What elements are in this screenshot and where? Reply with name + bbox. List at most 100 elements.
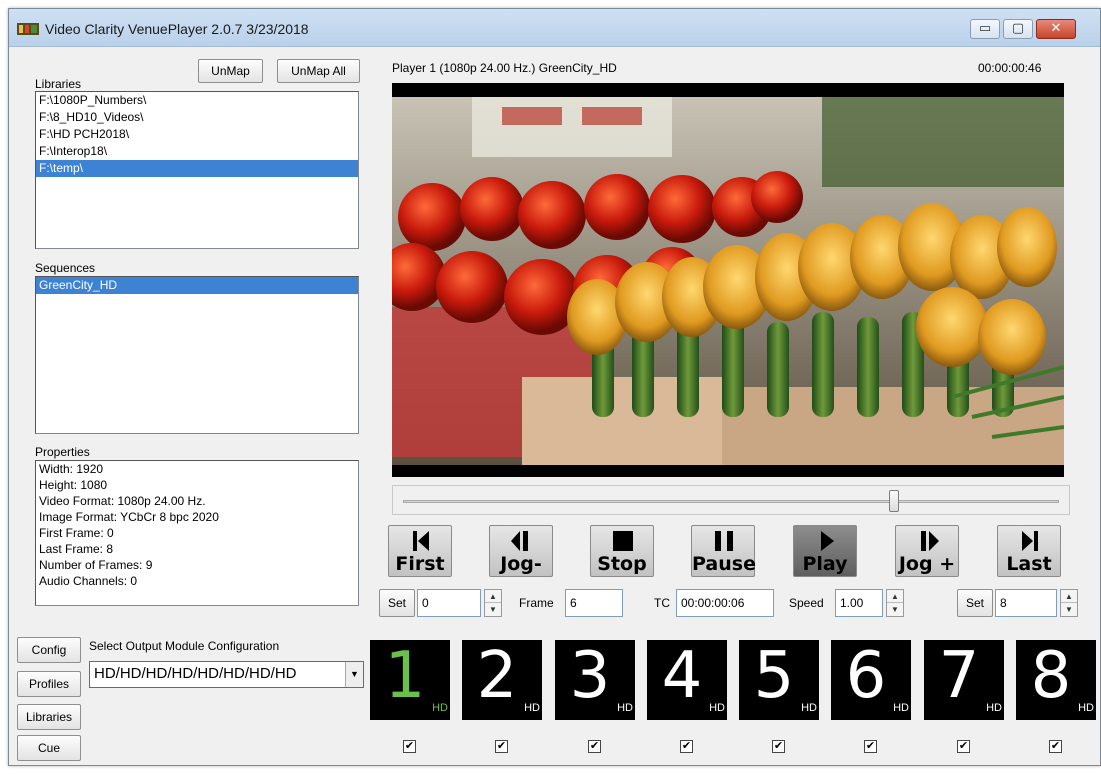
- module-tag: HD: [524, 702, 540, 714]
- sequence-item[interactable]: GreenCity_HD: [36, 277, 358, 294]
- speed-spinner[interactable]: ▲ ▼: [886, 589, 904, 617]
- library-item[interactable]: F:\HD PCH2018\: [36, 126, 358, 143]
- spin-down-icon[interactable]: ▼: [485, 603, 501, 616]
- set-first-button[interactable]: Set: [379, 589, 415, 617]
- module-number: 2: [476, 639, 518, 713]
- title-bar[interactable]: Video Clarity VenuePlayer 2.0.7 3/23/201…: [9, 9, 1100, 47]
- timecode-input[interactable]: 00:00:00:06: [676, 589, 774, 617]
- first-frame-spinner[interactable]: ▲ ▼: [484, 589, 502, 617]
- slider-track: [403, 500, 1059, 503]
- module-5-checkbox[interactable]: ✔: [772, 740, 785, 753]
- unmap-button[interactable]: UnMap: [198, 59, 263, 83]
- first-button[interactable]: First: [388, 525, 452, 577]
- output-module-1[interactable]: 1 HD: [370, 639, 450, 720]
- module-number: 8: [1030, 639, 1072, 713]
- module-3-checkbox[interactable]: ✔: [588, 740, 601, 753]
- module-tag: HD: [1078, 702, 1094, 714]
- output-module-2[interactable]: 2 HD: [462, 639, 542, 720]
- output-module-5[interactable]: 5 HD: [739, 639, 819, 720]
- libraries-button[interactable]: Libraries: [17, 704, 81, 730]
- jog-minus-label: Jog-: [500, 553, 542, 575]
- module-4-checkbox[interactable]: ✔: [680, 740, 693, 753]
- spin-down-icon[interactable]: ▼: [1061, 603, 1077, 616]
- module-number: 7: [938, 639, 980, 713]
- sequences-list[interactable]: GreenCity_HD: [35, 276, 359, 434]
- output-module-4[interactable]: 4 HD: [647, 639, 727, 720]
- module-number: 4: [661, 639, 703, 713]
- player-timecode: 00:00:00:46: [978, 61, 1042, 75]
- property-item: Number of Frames: 9: [39, 558, 153, 572]
- profiles-button[interactable]: Profiles: [17, 671, 81, 697]
- slider-thumb[interactable]: [889, 490, 899, 512]
- module-tag: HD: [432, 702, 448, 714]
- library-item[interactable]: F:\1080P_Numbers\: [36, 92, 358, 109]
- jog-minus-button[interactable]: Jog-: [489, 525, 553, 577]
- output-module-8[interactable]: 8 HD: [1016, 639, 1096, 720]
- last-frame-input[interactable]: 8: [995, 589, 1057, 617]
- output-module-6[interactable]: 6 HD: [831, 639, 911, 720]
- play-icon: [821, 531, 834, 551]
- video-preview: [392, 83, 1064, 477]
- unmap-all-button[interactable]: UnMap All: [277, 59, 360, 83]
- last-button[interactable]: Last: [997, 525, 1061, 577]
- maximize-button[interactable]: ▢: [1003, 19, 1033, 39]
- library-item[interactable]: F:\8_HD10_Videos\: [36, 109, 358, 126]
- module-number: 6: [845, 639, 887, 713]
- module-7-checkbox[interactable]: ✔: [957, 740, 970, 753]
- pause-icon: [715, 531, 733, 551]
- module-number: 1: [384, 639, 426, 713]
- first-frame-input[interactable]: 0: [417, 589, 481, 617]
- play-label: Play: [802, 553, 848, 575]
- app-window: Video Clarity VenuePlayer 2.0.7 3/23/201…: [8, 8, 1101, 766]
- dropdown-arrow-icon[interactable]: ▼: [345, 662, 363, 687]
- pause-button[interactable]: Pause: [691, 525, 756, 577]
- property-item: Last Frame: 8: [39, 542, 114, 556]
- property-item: Image Format: YCbCr 8 bpc 2020: [39, 510, 219, 524]
- skip-to-start-icon: [413, 531, 429, 551]
- property-item: Video Format: 1080p 24.00 Hz.: [39, 494, 206, 508]
- property-item: Width: 1920: [39, 462, 104, 476]
- libraries-list[interactable]: F:\1080P_Numbers\ F:\8_HD10_Videos\ F:\HD …: [35, 91, 359, 249]
- output-module-7[interactable]: 7 HD: [924, 639, 1004, 720]
- speed-input[interactable]: 1.00: [835, 589, 883, 617]
- output-module-3[interactable]: 3 HD: [555, 639, 635, 720]
- config-button[interactable]: Config: [17, 637, 81, 663]
- position-slider[interactable]: [392, 485, 1070, 515]
- frame-label: Frame: [519, 596, 554, 610]
- cue-button[interactable]: Cue: [17, 735, 81, 761]
- module-tag: HD: [801, 702, 817, 714]
- stop-button[interactable]: Stop: [590, 525, 654, 577]
- spin-up-icon[interactable]: ▲: [1061, 590, 1077, 603]
- stop-icon: [613, 531, 633, 551]
- spin-up-icon[interactable]: ▲: [485, 590, 501, 603]
- last-frame-spinner[interactable]: ▲ ▼: [1060, 589, 1078, 617]
- output-config-value: HD/HD/HD/HD/HD/HD/HD/HD: [94, 665, 297, 682]
- module-8-checkbox[interactable]: ✔: [1049, 740, 1062, 753]
- skip-to-end-icon: [1022, 531, 1038, 551]
- play-button[interactable]: Play: [793, 525, 857, 577]
- set-last-button[interactable]: Set: [957, 589, 993, 617]
- spin-down-icon[interactable]: ▼: [887, 603, 903, 616]
- module-6-checkbox[interactable]: ✔: [864, 740, 877, 753]
- pause-label: Pause: [692, 553, 756, 575]
- properties-label: Properties: [35, 445, 90, 459]
- module-number: 5: [753, 639, 795, 713]
- close-button[interactable]: ✕: [1036, 19, 1076, 39]
- spin-up-icon[interactable]: ▲: [887, 590, 903, 603]
- sequences-label: Sequences: [35, 261, 96, 275]
- module-tag: HD: [893, 702, 909, 714]
- module-1-checkbox[interactable]: ✔: [403, 740, 416, 753]
- properties-list: Width: 1920 Height: 1080 Video Format: 108…: [35, 460, 359, 606]
- library-item[interactable]: F:\temp\: [36, 160, 358, 177]
- player-header: Player 1 (1080p 24.00 Hz.) GreenCity_HD: [392, 61, 617, 75]
- minimize-button[interactable]: ▭: [970, 19, 1000, 39]
- module-number: 3: [569, 639, 611, 713]
- tc-label: TC: [654, 596, 670, 610]
- frame-input[interactable]: 6: [565, 589, 623, 617]
- property-item: Audio Channels: 0: [39, 574, 138, 588]
- first-label: First: [395, 553, 445, 575]
- library-item[interactable]: F:\Interop18\: [36, 143, 358, 160]
- module-2-checkbox[interactable]: ✔: [495, 740, 508, 753]
- jog-plus-button[interactable]: Jog +: [895, 525, 959, 577]
- output-config-select[interactable]: HD/HD/HD/HD/HD/HD/HD/HD ▼: [89, 661, 364, 688]
